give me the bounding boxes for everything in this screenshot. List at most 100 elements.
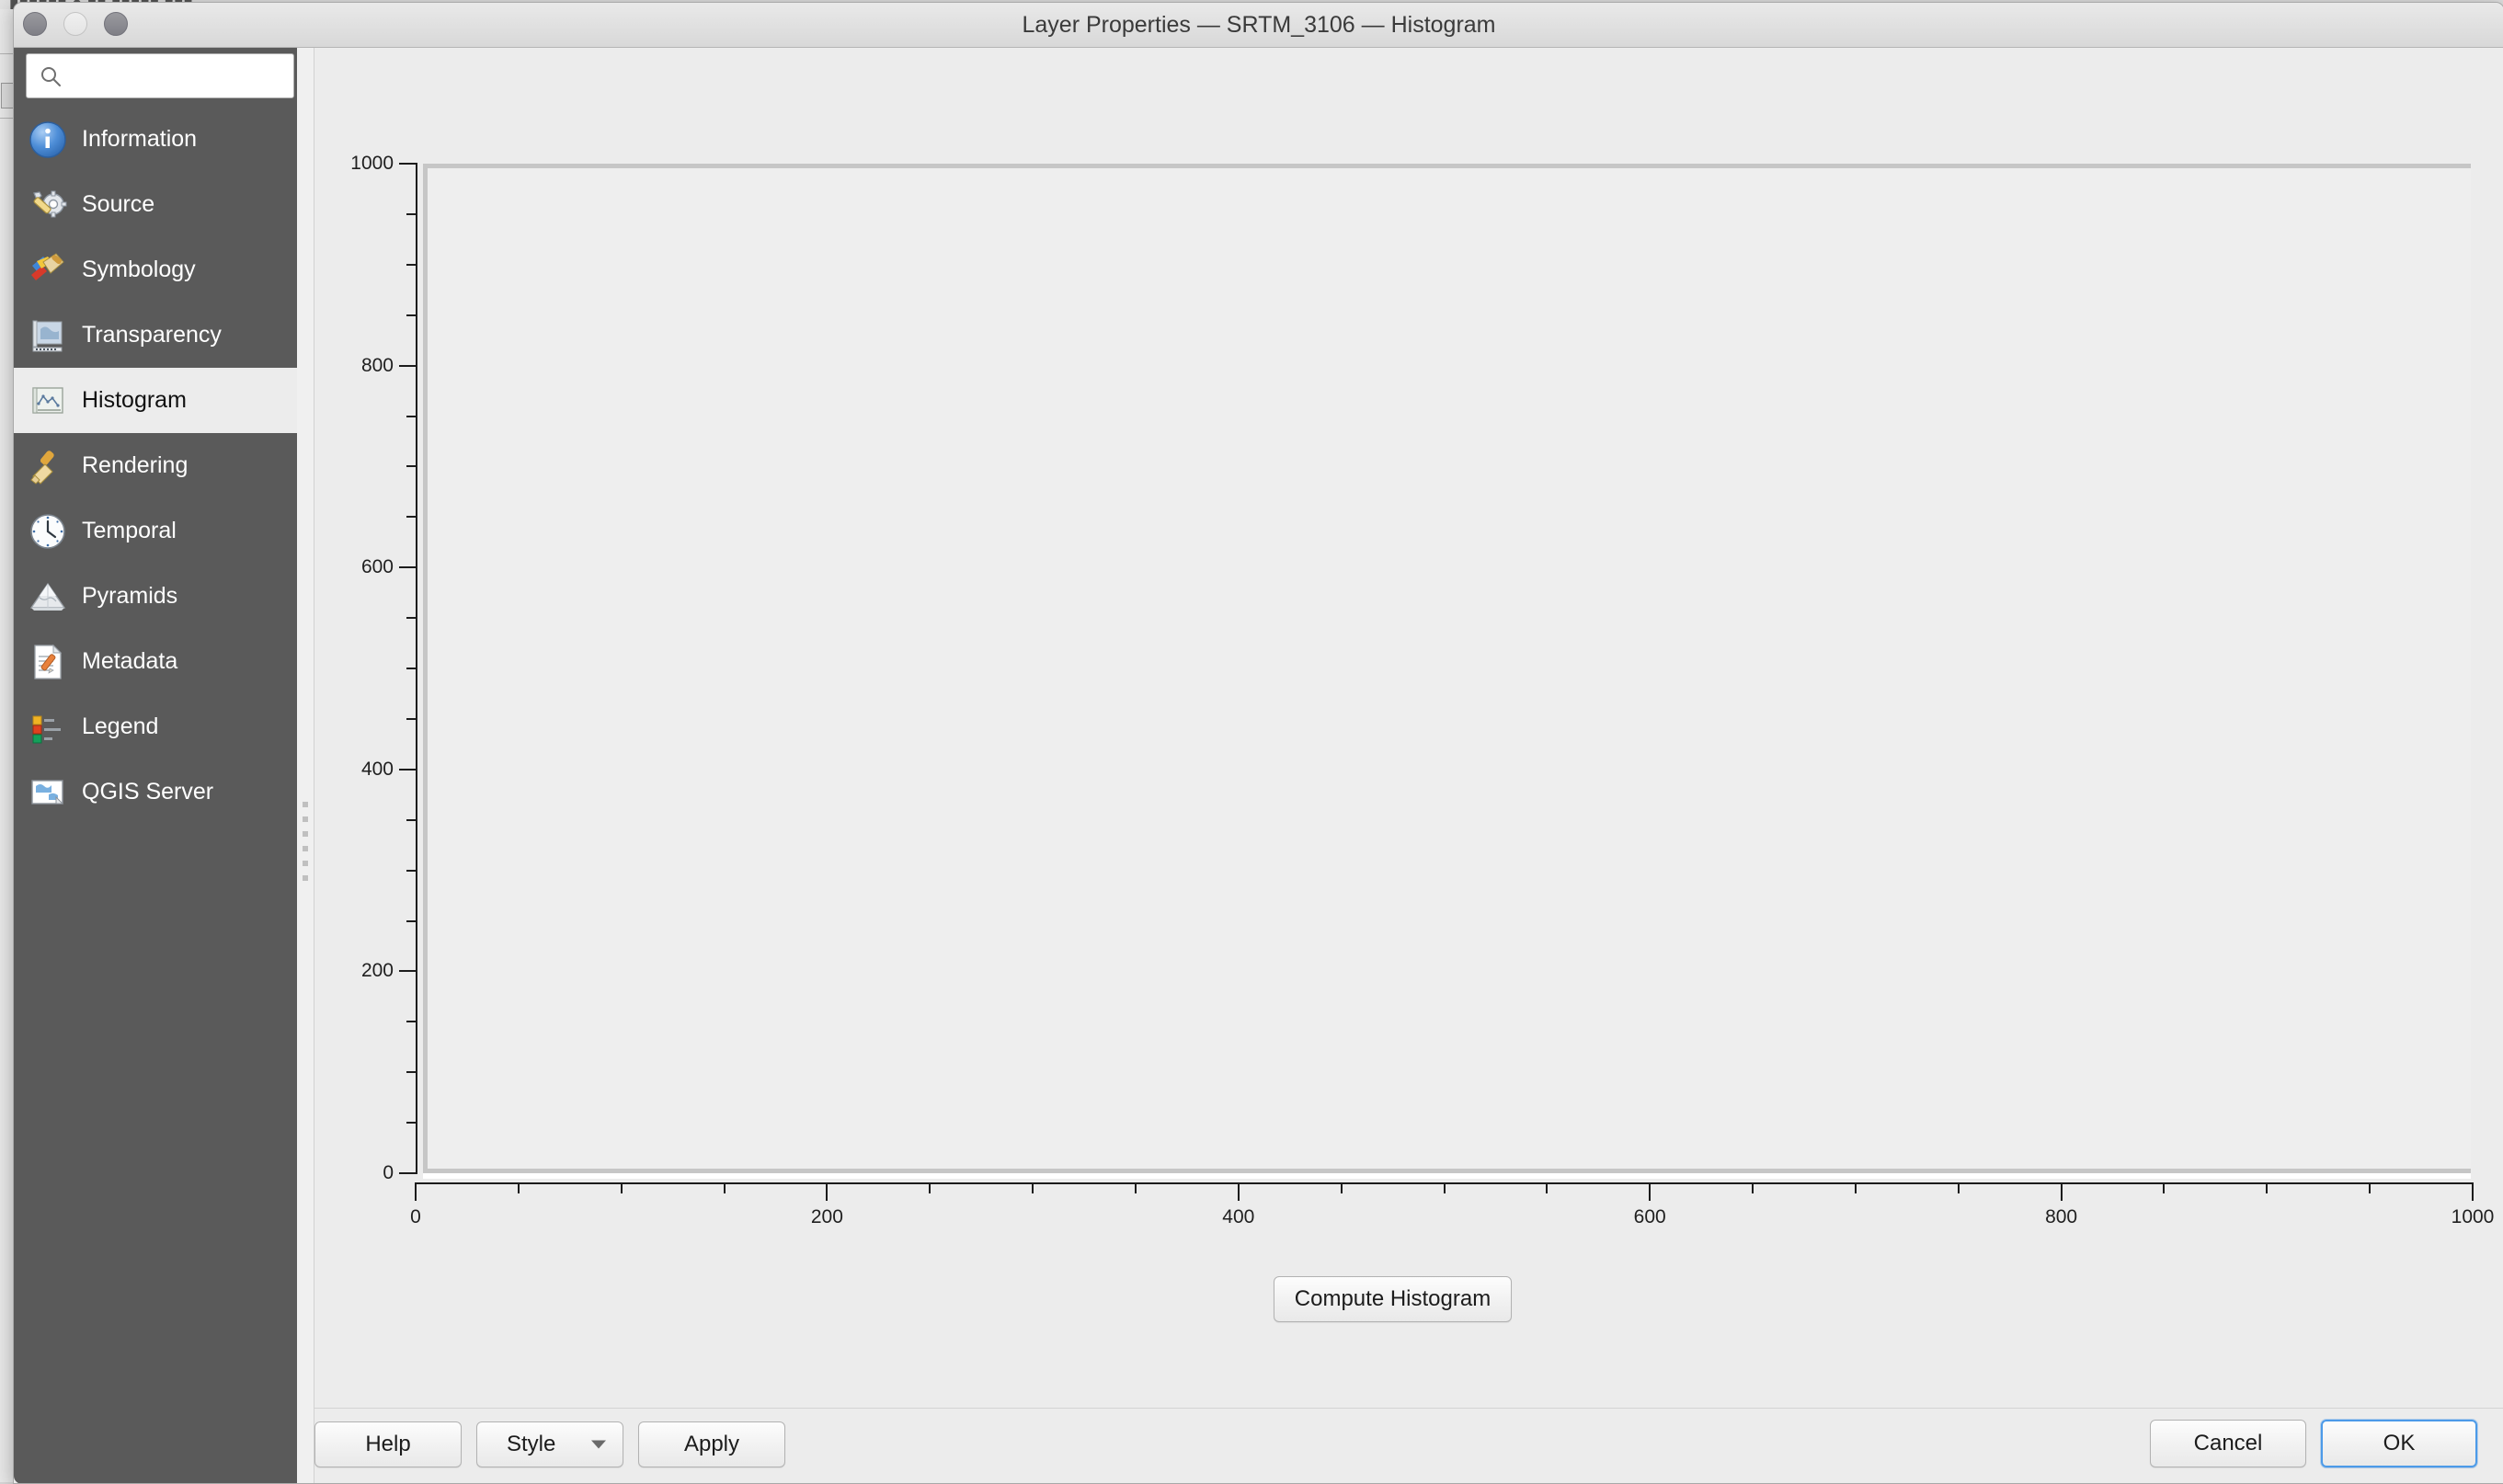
- layer-properties-dialog: Layer Properties — SRTM_3106 — Histogram: [13, 2, 2503, 1484]
- sidebar-item-metadata[interactable]: Metadata: [14, 629, 297, 694]
- sidebar-item-information[interactable]: Information: [14, 107, 297, 172]
- histogram-icon: [27, 380, 69, 422]
- sidebar-nav-list: Information Source Symbology Transparenc…: [14, 107, 297, 825]
- sidebar-item-histogram[interactable]: Histogram: [14, 368, 297, 433]
- y-axis-minor-tick: [406, 919, 417, 922]
- x-axis-minor-tick: [1340, 1182, 1343, 1193]
- title-bar[interactable]: Layer Properties — SRTM_3106 — Histogram: [14, 3, 2503, 48]
- sidebar-item-qgis-server[interactable]: QGIS Server: [14, 759, 297, 825]
- search-icon: [41, 67, 61, 86]
- y-axis-minor-tick: [406, 818, 417, 821]
- y-axis-minor-tick: [406, 263, 417, 266]
- cancel-button[interactable]: Cancel: [2150, 1420, 2306, 1467]
- y-axis-tick: [399, 364, 417, 367]
- x-axis-minor-tick: [2266, 1182, 2269, 1193]
- sidebar-item-pyramids[interactable]: Pyramids: [14, 564, 297, 629]
- plot-canvas: [428, 168, 2471, 1169]
- x-axis: 0 200 400 600 800 1000: [410, 1182, 2494, 1227]
- y-axis-minor-tick: [406, 1122, 417, 1124]
- y-axis-minor-tick: [406, 717, 417, 720]
- source-icon: [27, 184, 69, 226]
- x-axis-tick: [1237, 1182, 1240, 1201]
- sidebar-item-label: Symbology: [82, 257, 196, 282]
- background-left-rail: [0, 9, 14, 1482]
- sidebar-item-label: QGIS Server: [82, 779, 214, 805]
- y-axis-label: 600: [360, 556, 394, 578]
- y-axis: 0 200 400 600 800 1000: [350, 153, 417, 1183]
- sidebar-item-label: Transparency: [82, 322, 222, 348]
- window-title: Layer Properties — SRTM_3106 — Histogram: [1022, 12, 1496, 38]
- histogram-plot: 0 200 400 600 800 1000 0 200 400 600 800 1000: [314, 90, 2494, 1227]
- x-axis-label: 800: [2045, 1206, 2078, 1227]
- y-axis-tick: [399, 970, 417, 973]
- y-axis-label: 400: [360, 758, 394, 780]
- sidebar-item-label: Rendering: [82, 452, 189, 478]
- x-axis-minor-tick: [1032, 1182, 1034, 1193]
- ok-button[interactable]: OK: [2321, 1420, 2477, 1467]
- y-axis-minor-tick: [406, 1021, 417, 1023]
- rail-divider: [0, 53, 13, 54]
- style-button[interactable]: Style: [476, 1421, 623, 1467]
- information-icon: [27, 119, 69, 161]
- background-toolbar-icon: [1, 83, 14, 108]
- splitter-grip[interactable]: [303, 802, 308, 897]
- x-axis-minor-tick: [1957, 1182, 1960, 1193]
- y-axis-label: 1000: [350, 153, 394, 174]
- sidebar-item-source[interactable]: Source: [14, 172, 297, 237]
- search-input[interactable]: [71, 54, 291, 99]
- compute-histogram-button[interactable]: Compute Histogram: [1273, 1276, 1513, 1322]
- y-axis-minor-tick: [406, 869, 417, 872]
- y-axis-minor-tick: [406, 668, 417, 669]
- sidebar-item-transparency[interactable]: Transparency: [14, 303, 297, 368]
- rendering-icon: [27, 445, 69, 487]
- x-axis-label: 1000: [2451, 1206, 2495, 1227]
- temporal-icon: [27, 510, 69, 553]
- compute-row: Compute Histogram: [314, 1276, 2471, 1322]
- search-row: [26, 53, 294, 99]
- sidebar-item-legend[interactable]: Legend: [14, 694, 297, 759]
- x-axis-tick: [415, 1182, 417, 1201]
- y-axis-tick: [399, 768, 417, 771]
- sidebar-item-temporal[interactable]: Temporal: [14, 498, 297, 564]
- y-axis-tick: [399, 566, 417, 569]
- help-button[interactable]: Help: [314, 1421, 462, 1467]
- dialog-button-bar: Help Style Apply Cancel OK: [314, 1408, 2503, 1483]
- y-axis-label: 200: [360, 960, 394, 982]
- content-panel: 0 200 400 600 800 1000 0 200 400 600 800 1000 Comp…: [314, 48, 2503, 1483]
- sidebar-item-rendering[interactable]: Rendering: [14, 433, 297, 498]
- x-axis-minor-tick: [1443, 1182, 1446, 1193]
- transparency-icon: [27, 314, 69, 357]
- y-axis-minor-tick: [406, 617, 417, 620]
- y-axis-minor-tick: [406, 212, 417, 215]
- sidebar-item-label: Metadata: [82, 648, 178, 674]
- apply-button[interactable]: Apply: [638, 1421, 785, 1467]
- legend-icon: [27, 706, 69, 748]
- dialog-body: Information Source Symbology Transparenc…: [14, 48, 2503, 1483]
- x-axis-label: 200: [810, 1206, 843, 1227]
- x-axis-tick: [2060, 1182, 2063, 1201]
- plot-area[interactable]: [423, 164, 2471, 1173]
- x-axis-minor-tick: [1134, 1182, 1137, 1193]
- y-axis-minor-tick: [406, 465, 417, 468]
- sidebar-splitter[interactable]: [297, 48, 314, 1483]
- x-axis-minor-tick: [929, 1182, 931, 1193]
- sidebar-item-symbology[interactable]: Symbology: [14, 237, 297, 303]
- plot-bottom-gap: [423, 1173, 2471, 1179]
- right-button-group: Cancel OK: [2150, 1420, 2477, 1467]
- x-axis-label: 0: [410, 1206, 421, 1227]
- x-axis-minor-tick: [2163, 1182, 2166, 1193]
- symbology-icon: [27, 249, 69, 291]
- search-box[interactable]: [26, 53, 294, 99]
- x-axis-minor-tick: [2369, 1182, 2372, 1193]
- x-axis-minor-tick: [517, 1182, 520, 1193]
- y-axis-minor-tick: [406, 314, 417, 316]
- sidebar-item-label: Information: [82, 126, 198, 152]
- x-axis-minor-tick: [1854, 1182, 1857, 1193]
- pyramids-icon: [27, 576, 69, 618]
- x-axis-minor-tick: [620, 1182, 623, 1193]
- x-axis-label: 400: [1222, 1206, 1255, 1227]
- sidebar-item-label: Source: [82, 191, 155, 217]
- x-axis-minor-tick: [1752, 1182, 1754, 1193]
- y-axis-label: 0: [383, 1162, 394, 1183]
- y-axis-minor-tick: [406, 516, 417, 519]
